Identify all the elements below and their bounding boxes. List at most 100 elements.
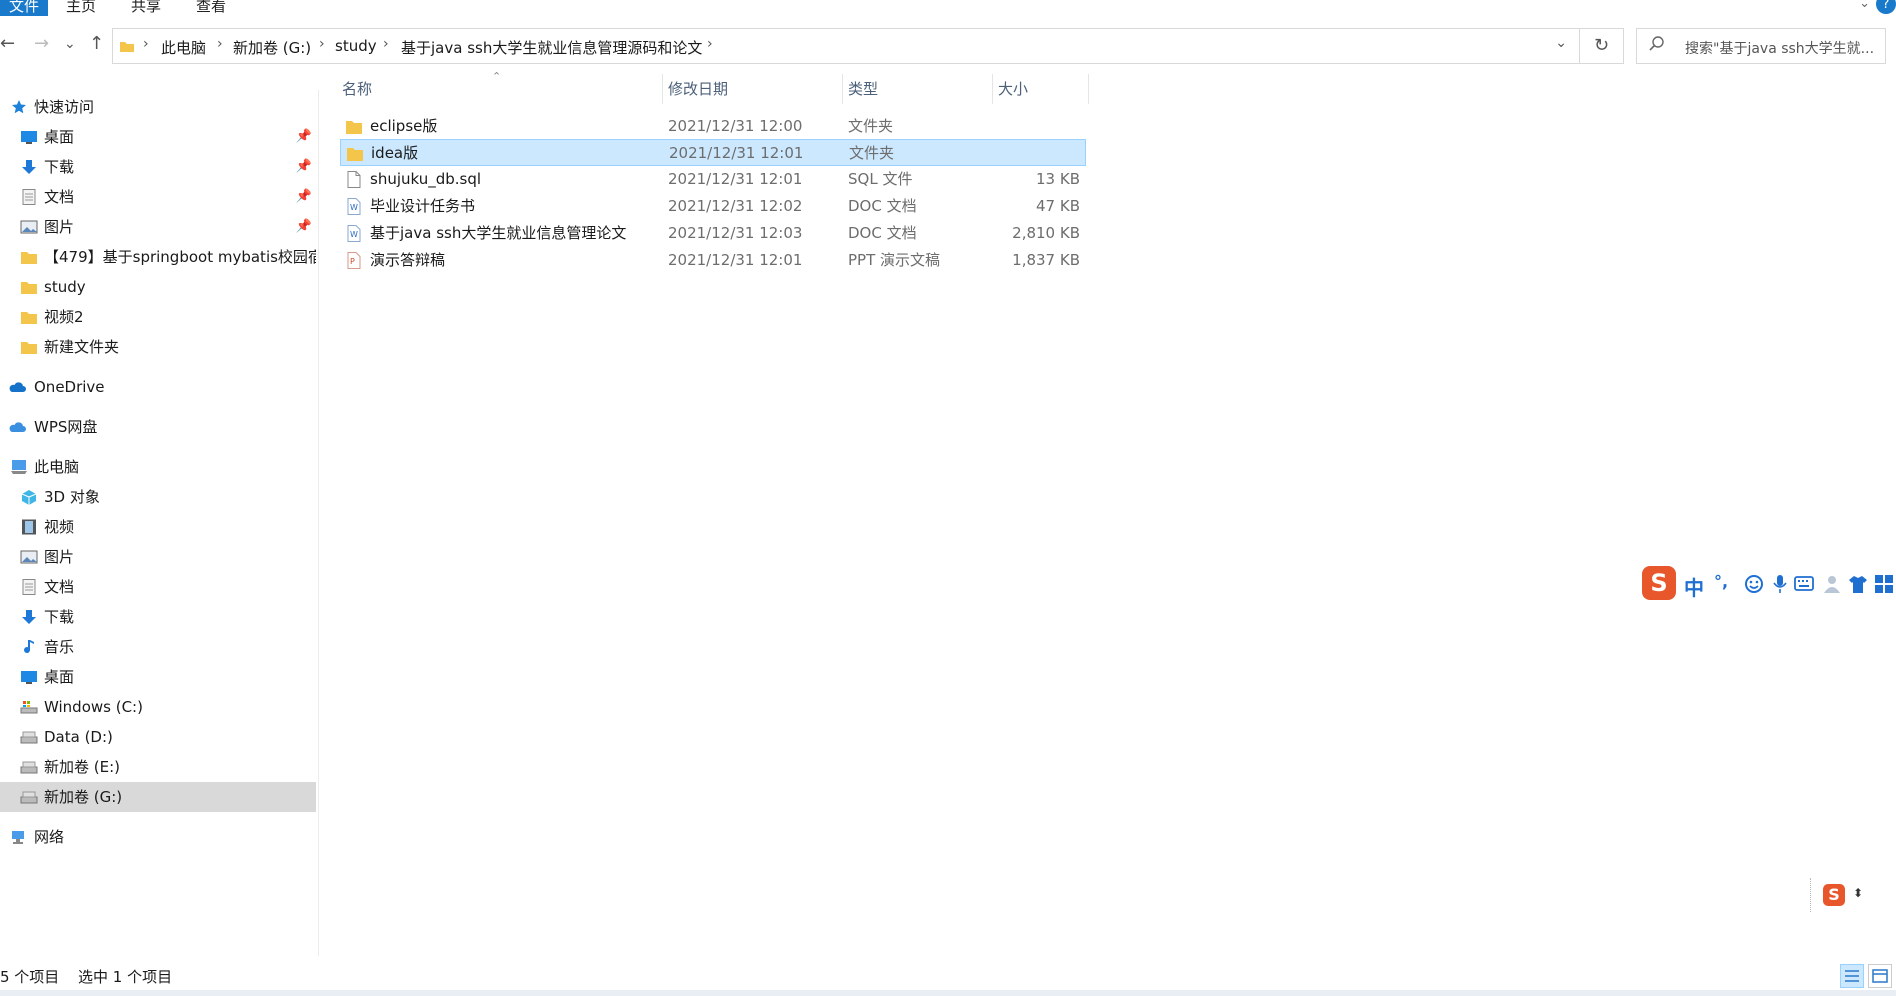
column-header-name[interactable]: 名称 [336, 74, 662, 104]
sogou-logo-icon[interactable]: S [1642, 566, 1676, 600]
microphone-icon[interactable] [1772, 574, 1788, 594]
sidebar-item-wps[interactable]: WPS网盘 [0, 412, 316, 442]
recent-locations-button[interactable]: ⌄ [64, 34, 76, 54]
download-icon [22, 610, 36, 624]
toolbox-grid-icon[interactable] [1874, 574, 1894, 594]
sidebar-item-onedrive[interactable]: OneDrive [0, 372, 316, 402]
sogou-logo-icon[interactable]: S [1823, 884, 1845, 906]
chevron-right-icon[interactable]: › [707, 36, 713, 52]
drive-icon [20, 761, 38, 774]
forward-button[interactable]: → [34, 34, 49, 54]
file-row[interactable]: W 毕业设计任务书 2021/12/31 12:02 DOC 文档 47 KB [340, 193, 1086, 220]
file-size: 2,810 KB [1012, 224, 1080, 242]
ime-language-toggle[interactable]: 中 [1684, 572, 1704, 601]
column-header-date[interactable]: 修改日期 [662, 74, 842, 104]
file-type: DOC 文档 [848, 224, 917, 242]
file-row[interactable]: shujuku_db.sql 2021/12/31 12:01 SQL 文件 1… [340, 166, 1086, 193]
ribbon-collapse-icon[interactable]: ⌄ [1859, 0, 1870, 11]
sidebar-item-pictures-pc[interactable]: 图片 [0, 542, 316, 572]
sidebar-item-network[interactable]: 网络 [0, 822, 316, 852]
tab-home[interactable]: 主页 [66, 0, 96, 16]
ime-toolbar[interactable]: S 中 °, [1640, 566, 1896, 602]
folder-icon [346, 121, 362, 134]
sidebar-item-pictures[interactable]: 图片 📌 [0, 212, 316, 242]
ime-punctuation-toggle[interactable]: °, [1714, 572, 1728, 591]
refresh-button[interactable]: ↻ [1580, 28, 1624, 64]
sidebar-item-downloads[interactable]: 下载 📌 [0, 152, 316, 182]
sidebar-item-music[interactable]: 音乐 [0, 632, 316, 662]
address-bar[interactable]: › 此电脑 › 新加卷 (G:) › study › 基于java ssh大学生… [112, 28, 1580, 64]
sidebar-item-recent-folder[interactable]: 【479】基于springboot mybatis校园宿 [0, 242, 316, 272]
doc-icon: W [347, 225, 361, 242]
chevron-right-icon[interactable]: › [217, 36, 223, 52]
file-name: 基于java ssh大学生就业信息管理论文 [370, 224, 627, 242]
search-icon [1649, 36, 1664, 51]
sidebar-item-this-pc[interactable]: 此电脑 [0, 452, 316, 482]
folder-icon [21, 312, 37, 324]
navigation-pane: 快速访问 桌面 📌 下载 📌 文档 📌 图片 📌 【479】基于springbo… [0, 90, 319, 956]
breadcrumb-this-pc[interactable]: 此电脑 [161, 37, 206, 58]
sidebar-item-3d-objects[interactable]: 3D 对象 [0, 482, 316, 512]
sidebar-item-downloads-pc[interactable]: 下载 [0, 602, 316, 632]
sidebar-item-video2[interactable]: 视频2 [0, 302, 316, 332]
sidebar-item-study[interactable]: study [0, 272, 316, 302]
search-input[interactable]: 搜索"基于java ssh大学生就... [1636, 28, 1886, 64]
dropdown-arrow-icon[interactable]: ⬍ [1853, 886, 1863, 900]
file-row[interactable]: P 演示答辩稿 2021/12/31 12:01 PPT 演示文稿 1,837 … [340, 247, 1086, 274]
file-row-selected[interactable]: idea版 2021/12/31 12:01 文件夹 [340, 139, 1086, 166]
chevron-down-icon[interactable]: ⌄ [1555, 35, 1567, 51]
breadcrumb-drive-g[interactable]: 新加卷 (G:) [233, 37, 311, 58]
pane-divider[interactable] [318, 90, 319, 956]
sidebar-item-new-folder[interactable]: 新建文件夹 [0, 332, 316, 362]
drive-icon [20, 731, 38, 744]
column-divider[interactable] [1088, 74, 1089, 104]
file-date: 2021/12/31 12:03 [668, 224, 803, 242]
sidebar-item-videos[interactable]: 视频 [0, 512, 316, 542]
sidebar-item-drive-e[interactable]: 新加卷 (E:) [0, 752, 316, 782]
file-name: idea版 [371, 144, 419, 162]
sidebar-item-label: 3D 对象 [44, 488, 100, 506]
cloud-icon [9, 422, 26, 432]
file-row[interactable]: W 基于java ssh大学生就业信息管理论文 2021/12/31 12:03… [340, 220, 1086, 247]
large-icons-view-button[interactable] [1868, 964, 1892, 988]
ime-mini-toolbar[interactable]: S ⬍ [1810, 878, 1870, 912]
file-name: 演示答辩稿 [370, 251, 446, 269]
folder-icon [21, 252, 37, 264]
sidebar-item-documents[interactable]: 文档 📌 [0, 182, 316, 212]
sidebar-item-drive-c[interactable]: Windows (C:) [0, 692, 316, 722]
sidebar-item-desktop[interactable]: 桌面 📌 [0, 122, 316, 152]
back-button[interactable]: ← [0, 34, 15, 54]
sidebar-item-drive-g[interactable]: 新加卷 (G:) [0, 782, 316, 812]
sidebar-item-quick-access[interactable]: 快速访问 [0, 92, 316, 122]
details-view-button[interactable] [1840, 964, 1864, 988]
file-row[interactable]: eclipse版 2021/12/31 12:00 文件夹 [340, 113, 1086, 140]
up-button[interactable]: ↑ [89, 34, 104, 54]
sidebar-item-desktop-pc[interactable]: 桌面 [0, 662, 316, 692]
breadcrumb-current-folder[interactable]: 基于java ssh大学生就业信息管理源码和论文 [401, 37, 702, 58]
sidebar-item-label: 文档 [44, 578, 75, 596]
sidebar-item-label: 图片 [44, 218, 75, 236]
chevron-right-icon[interactable]: › [383, 36, 389, 52]
column-header-size[interactable]: 大小 [992, 74, 1088, 104]
emoji-icon[interactable] [1744, 574, 1764, 594]
file-name: eclipse版 [370, 117, 438, 135]
tab-view[interactable]: 查看 [196, 0, 226, 16]
file-type: 文件夹 [849, 144, 895, 162]
sidebar-item-label: Data (D:) [44, 728, 113, 746]
skin-icon[interactable] [1848, 574, 1868, 594]
sidebar-item-drive-d[interactable]: Data (D:) [0, 722, 316, 752]
tab-share[interactable]: 共享 [131, 0, 161, 16]
help-icon[interactable]: ? [1876, 0, 1896, 14]
folder-icon [347, 148, 363, 161]
sidebar-item-label: 新加卷 (G:) [44, 788, 123, 806]
picture-icon [20, 220, 38, 234]
column-header-type[interactable]: 类型 [842, 74, 992, 104]
sidebar-item-documents-pc[interactable]: 文档 [0, 572, 316, 602]
breadcrumb-study[interactable]: study [335, 37, 377, 55]
file-name: 毕业设计任务书 [370, 197, 476, 215]
keyboard-icon[interactable] [1794, 576, 1814, 592]
user-icon[interactable] [1822, 574, 1842, 594]
tab-file[interactable]: 文件 [0, 0, 48, 16]
file-date: 2021/12/31 12:01 [669, 144, 804, 162]
chevron-right-icon[interactable]: › [319, 36, 325, 52]
